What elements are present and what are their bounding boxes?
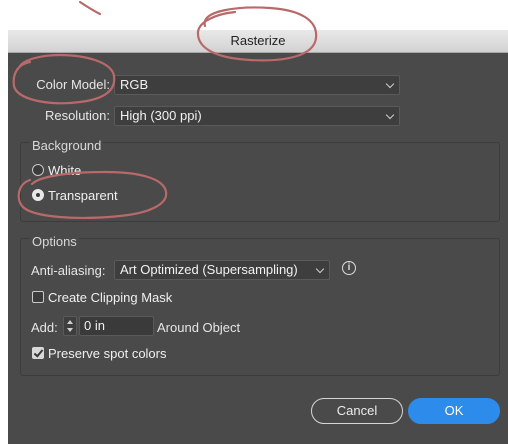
preserve-spot-colors-label: Preserve spot colors — [48, 346, 167, 361]
ok-button[interactable]: OK — [408, 398, 500, 424]
color-model-label: Color Model: — [36, 77, 110, 92]
info-icon[interactable]: i — [342, 261, 356, 275]
background-group — [20, 142, 500, 222]
background-group-title: Background — [30, 138, 104, 153]
chevron-down-icon — [385, 110, 395, 120]
radio-transparent[interactable] — [32, 189, 44, 201]
annotation-tail-stroke — [78, 0, 102, 16]
anti-aliasing-label: Anti-aliasing: — [31, 263, 106, 278]
add-input[interactable]: 0 in — [79, 316, 154, 336]
chevron-down-icon — [385, 79, 395, 89]
create-clipping-mask-checkbox[interactable] — [32, 291, 44, 303]
chevron-down-icon — [315, 264, 325, 274]
create-clipping-mask-label: Create Clipping Mask — [48, 290, 173, 305]
stepper-down-icon — [67, 328, 73, 332]
preserve-spot-colors-checkbox[interactable] — [32, 347, 44, 359]
resolution-value: High (300 ppi) — [120, 108, 202, 123]
anti-aliasing-select[interactable]: Art Optimized (Supersampling) — [114, 260, 330, 280]
add-stepper[interactable] — [63, 316, 77, 336]
resolution-label: Resolution: — [44, 108, 110, 123]
options-group-title: Options — [30, 234, 79, 249]
cancel-button[interactable]: Cancel — [311, 398, 403, 424]
color-model-select[interactable]: RGB — [114, 75, 400, 95]
dialog-title: Rasterize — [8, 30, 508, 53]
anti-aliasing-value: Art Optimized (Supersampling) — [120, 262, 298, 277]
rasterize-dialog: Rasterize Color Model: RGB Resolution: H… — [8, 30, 508, 444]
add-label: Add: — [31, 320, 58, 335]
radio-white-label: White — [48, 163, 82, 178]
add-suffix-label: Around Object — [157, 320, 241, 335]
color-model-value: RGB — [120, 77, 149, 92]
stepper-up-icon — [67, 320, 73, 324]
radio-transparent-label: Transparent — [48, 188, 118, 203]
resolution-select[interactable]: High (300 ppi) — [114, 106, 400, 126]
radio-white[interactable] — [32, 164, 44, 176]
